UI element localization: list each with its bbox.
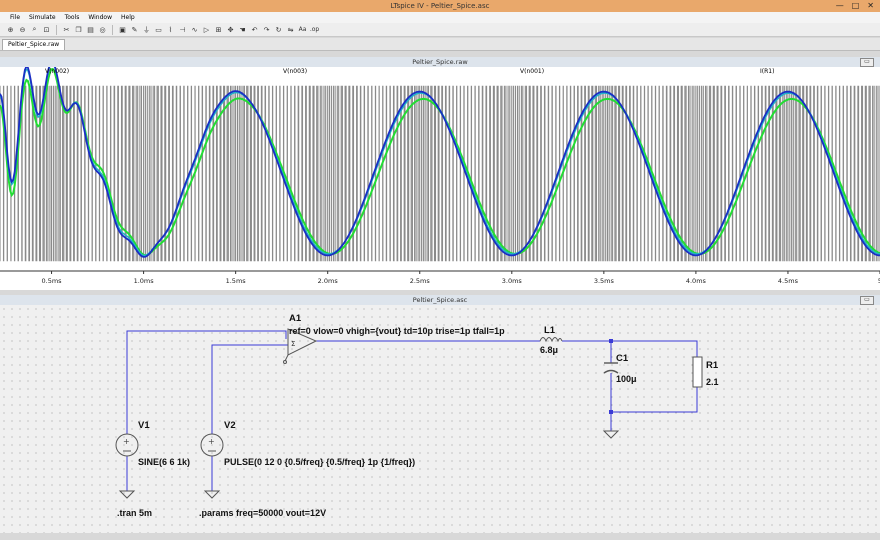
- svg-text:+: +: [123, 437, 130, 446]
- x-tick-label: 4.5ms: [778, 277, 799, 285]
- window-controls: — □ ✕: [836, 0, 874, 12]
- waveform-plot[interactable]: 0.5ms 1.0ms 1.5ms 2.0ms 2.5ms 3.0ms 3.5ms 4.0ms…: [0, 60, 880, 290]
- x-tick-label: 2.5ms: [410, 277, 431, 285]
- v1-label[interactable]: V1: [138, 420, 150, 431]
- mirror-icon[interactable]: ⇋: [286, 25, 295, 34]
- rotate-icon[interactable]: ↻: [274, 25, 283, 34]
- x-tick-label: 0.5ms: [42, 277, 63, 285]
- c1-value[interactable]: 100μ: [616, 374, 637, 384]
- copy-icon[interactable]: ❐: [74, 25, 83, 34]
- params-directive[interactable]: .params freq=50000 vout=12V: [199, 508, 326, 518]
- trace-vn001: [0, 62, 880, 257]
- cut-icon[interactable]: ✂: [62, 25, 71, 34]
- c1-label[interactable]: C1: [616, 353, 628, 364]
- svg-text:Ʃ: Ʃ: [291, 340, 295, 348]
- undo-icon[interactable]: ↶: [250, 25, 259, 34]
- x-tick-label: 1.5ms: [226, 277, 247, 285]
- v2-symbol[interactable]: +: [200, 433, 224, 457]
- x-tick-label: 2.0ms: [318, 277, 339, 285]
- restore-icon[interactable]: ▭: [860, 58, 874, 67]
- component-icon[interactable]: ⊞: [214, 25, 223, 34]
- inductor-icon[interactable]: ∿: [190, 25, 199, 34]
- v2-label[interactable]: V2: [224, 420, 236, 431]
- menu-help[interactable]: Help: [121, 12, 135, 23]
- diode-icon[interactable]: ▷: [202, 25, 211, 34]
- waveform-svg: 0.5ms 1.0ms 1.5ms 2.0ms 2.5ms 3.0ms 3.5ms 4.0ms…: [0, 60, 880, 285]
- find-icon[interactable]: ◎: [98, 25, 107, 34]
- a1-params[interactable]: ref=0 vlow=0 vhigh={vout} td=10p trise=1…: [289, 326, 505, 336]
- capacitor-icon[interactable]: ⊣: [178, 25, 187, 34]
- resistor-icon[interactable]: ⌇: [166, 25, 175, 34]
- zoom-area-icon[interactable]: ⊡: [42, 25, 51, 34]
- r1-value[interactable]: 2.1: [706, 377, 719, 387]
- svg-text:+: +: [208, 437, 215, 446]
- r1-symbol[interactable]: [692, 356, 703, 388]
- label-icon[interactable]: ▭: [154, 25, 163, 34]
- x-tick-label: 4.0ms: [686, 277, 707, 285]
- trace-label-ir1[interactable]: I(R1): [760, 68, 774, 75]
- document-tab-bar: Peltier_Spice.raw: [0, 38, 880, 51]
- wire-icon[interactable]: ✎: [130, 25, 139, 34]
- r1-label[interactable]: R1: [706, 360, 718, 371]
- schematic-canvas[interactable]: Ʃ + + A1 ref=0 vlow=0 vhigh={vout} td=10…: [0, 305, 880, 533]
- v2-value[interactable]: PULSE(0 12 0 {0.5/freq} {0.5/freq} 1p {1…: [224, 457, 415, 467]
- a1-label[interactable]: A1: [289, 313, 301, 324]
- menu-window[interactable]: Window: [88, 12, 112, 23]
- trace-vn003: [0, 60, 880, 258]
- x-tick-label: 3.0ms: [502, 277, 523, 285]
- paste-icon[interactable]: ▤: [86, 25, 95, 34]
- window-title-bar: LTspice IV - Peltier_Spice.asc — □ ✕: [0, 0, 880, 12]
- tran-directive[interactable]: .tran 5m: [117, 508, 152, 518]
- window-title: LTspice IV - Peltier_Spice.asc: [390, 2, 490, 10]
- trace-labels: V(n002) V(n003) V(n001) I(R1): [0, 67, 880, 76]
- menu-tools[interactable]: Tools: [65, 12, 80, 23]
- x-tick-label: 1.0ms: [134, 277, 155, 285]
- restore-icon[interactable]: ▭: [860, 296, 874, 305]
- toolbar-separator: [112, 24, 113, 35]
- l1-symbol[interactable]: [539, 337, 563, 343]
- wire-v1-a1: [126, 330, 287, 434]
- toolbar-separator: [56, 24, 57, 35]
- schematic-panel-title: Peltier_Spice.asc: [412, 296, 468, 304]
- l1-value[interactable]: 6.8μ: [540, 345, 558, 355]
- wire-l1-r1: [562, 340, 698, 357]
- menu-file[interactable]: File: [10, 12, 20, 23]
- v1-value[interactable]: SINE(6 6 1k): [138, 457, 190, 467]
- v1-symbol[interactable]: +: [115, 433, 139, 457]
- status-bar: [0, 533, 880, 540]
- waveform-panel-title: Peltier_Spice.raw: [412, 58, 468, 66]
- trace-label-vn001[interactable]: V(n001): [520, 68, 544, 75]
- l1-label[interactable]: L1: [544, 325, 555, 336]
- print-icon[interactable]: ▣: [118, 25, 127, 34]
- move-icon[interactable]: ✥: [226, 25, 235, 34]
- trace-ir1: [0, 67, 880, 257]
- menu-simulate[interactable]: Simulate: [29, 12, 56, 23]
- toolbar: ⊕ ⊖ ⌕ ⊡ ✂ ❐ ▤ ◎ ▣ ✎ ⏚ ▭ ⌇ ⊣ ∿ ▷ ⊞ ✥ ☚ ↶ …: [0, 23, 880, 37]
- menu-bar: File Simulate Tools Window Help: [0, 12, 880, 23]
- schematic-wiring: Ʃ + +: [115, 328, 703, 499]
- c1-symbol[interactable]: [603, 362, 619, 374]
- spice-directive-icon[interactable]: .op: [310, 25, 319, 34]
- tab-raw-file[interactable]: Peltier_Spice.raw: [2, 39, 66, 50]
- minimize-button[interactable]: —: [836, 0, 844, 12]
- ground-icon[interactable]: ⏚: [142, 25, 151, 34]
- x-tick-label: 3.5ms: [594, 277, 615, 285]
- zoom-fit-icon[interactable]: ⌕: [30, 25, 39, 34]
- trace-label-vn003[interactable]: V(n003): [283, 68, 307, 75]
- zoom-in-icon[interactable]: ⊕: [6, 25, 15, 34]
- trace-label-vn002[interactable]: V(n002): [45, 68, 69, 75]
- close-button[interactable]: ✕: [867, 0, 874, 12]
- text-icon[interactable]: Aa: [298, 25, 307, 34]
- zoom-out-icon[interactable]: ⊖: [18, 25, 27, 34]
- drag-icon[interactable]: ☚: [238, 25, 247, 34]
- redo-icon[interactable]: ↷: [262, 25, 271, 34]
- maximize-button[interactable]: □: [852, 0, 860, 12]
